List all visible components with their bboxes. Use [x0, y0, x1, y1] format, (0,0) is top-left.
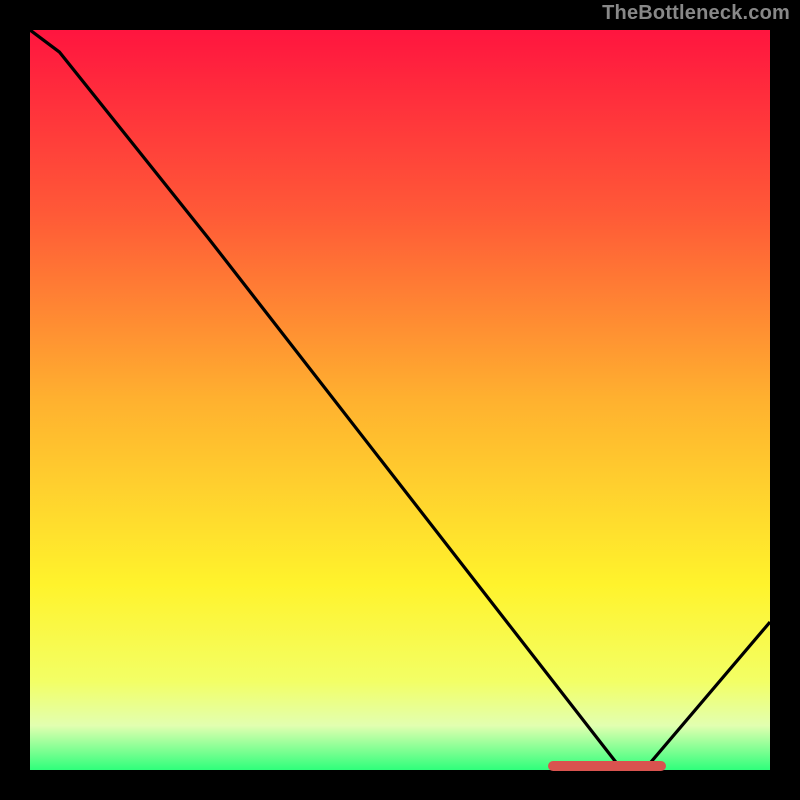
bottleneck-chart [30, 30, 770, 770]
chart-line [30, 30, 770, 770]
optimal-range-marker [548, 761, 666, 771]
watermark-text: TheBottleneck.com [602, 2, 790, 25]
